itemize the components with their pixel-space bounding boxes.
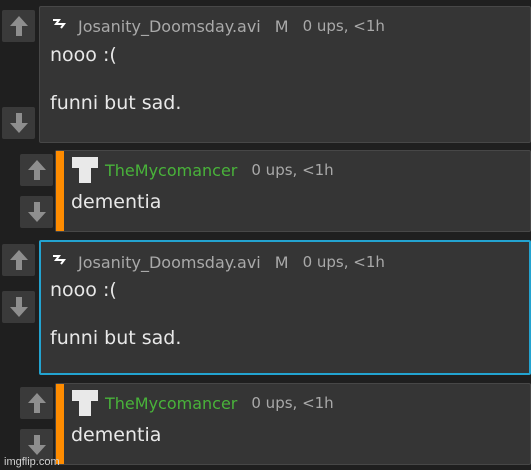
comment-meta: TheMycomancer 0 ups, <1h <box>71 388 530 418</box>
shirt-icon <box>72 157 98 183</box>
shirt-icon <box>72 390 98 416</box>
comment-ups: 0 ups, <1h <box>302 17 385 35</box>
arrow-down-icon <box>27 435 46 455</box>
downvote-button[interactable] <box>20 196 53 228</box>
comment-meta: Josanity_Doomsday.avi M 0 ups, <1h <box>50 13 530 39</box>
arrow-down-icon <box>9 297 28 317</box>
upvote-button[interactable] <box>2 10 35 42</box>
comment-text: dementia <box>71 424 162 446</box>
comment-body: Josanity_Doomsday.avi M 0 ups, <1h nooo … <box>39 6 531 143</box>
comment-text: funni but sad. <box>50 92 182 114</box>
comment-ups: 0 ups, <1h <box>251 161 334 179</box>
reply-comment: TheMycomancer 0 ups, <1h dementia <box>16 383 531 465</box>
comment-text: funni but sad. <box>50 327 182 349</box>
flag-icon <box>53 255 66 265</box>
reply-indicator <box>56 384 64 464</box>
comment-text: nooo :( <box>50 279 117 301</box>
mod-badge: M <box>274 252 289 272</box>
arrow-down-icon <box>9 113 28 133</box>
arrow-up-icon <box>9 16 28 36</box>
upvote-button[interactable] <box>20 154 53 186</box>
comment-username[interactable]: Josanity_Doomsday.avi <box>78 253 261 272</box>
comment-body: TheMycomancer 0 ups, <1h dementia <box>55 150 531 232</box>
downvote-button[interactable] <box>2 107 35 139</box>
vote-column <box>16 150 55 232</box>
vote-column <box>16 383 55 465</box>
comment-body-selected: Josanity_Doomsday.avi M 0 ups, <1h nooo … <box>39 240 531 375</box>
arrow-up-icon <box>27 393 46 413</box>
comment-username[interactable]: TheMycomancer <box>105 161 237 180</box>
comment-ups: 0 ups, <1h <box>251 394 334 412</box>
downvote-button[interactable] <box>2 291 35 323</box>
comment-username[interactable]: Josanity_Doomsday.avi <box>78 17 261 36</box>
comment-meta: TheMycomancer 0 ups, <1h <box>71 155 530 185</box>
mod-badge: M <box>274 16 289 36</box>
arrow-down-icon <box>27 202 46 222</box>
comment: Josanity_Doomsday.avi M 0 ups, <1h nooo … <box>0 6 531 143</box>
flag-icon <box>53 19 66 29</box>
comment-text: dementia <box>71 191 162 213</box>
comment-username[interactable]: TheMycomancer <box>105 394 237 413</box>
reply-indicator <box>56 151 64 231</box>
vote-column <box>0 240 39 375</box>
vote-column <box>0 6 39 143</box>
comment: Josanity_Doomsday.avi M 0 ups, <1h nooo … <box>0 240 531 375</box>
arrow-up-icon <box>27 160 46 180</box>
comment-text: nooo :( <box>50 44 117 66</box>
upvote-button[interactable] <box>2 244 35 276</box>
reply-comment: TheMycomancer 0 ups, <1h dementia <box>16 150 531 232</box>
comment-meta: Josanity_Doomsday.avi M 0 ups, <1h <box>50 249 529 275</box>
comment-body: TheMycomancer 0 ups, <1h dementia <box>55 383 531 465</box>
upvote-button[interactable] <box>20 387 53 419</box>
comment-ups: 0 ups, <1h <box>302 253 385 271</box>
arrow-up-icon <box>9 250 28 270</box>
watermark: imgflip.com <box>4 456 60 468</box>
